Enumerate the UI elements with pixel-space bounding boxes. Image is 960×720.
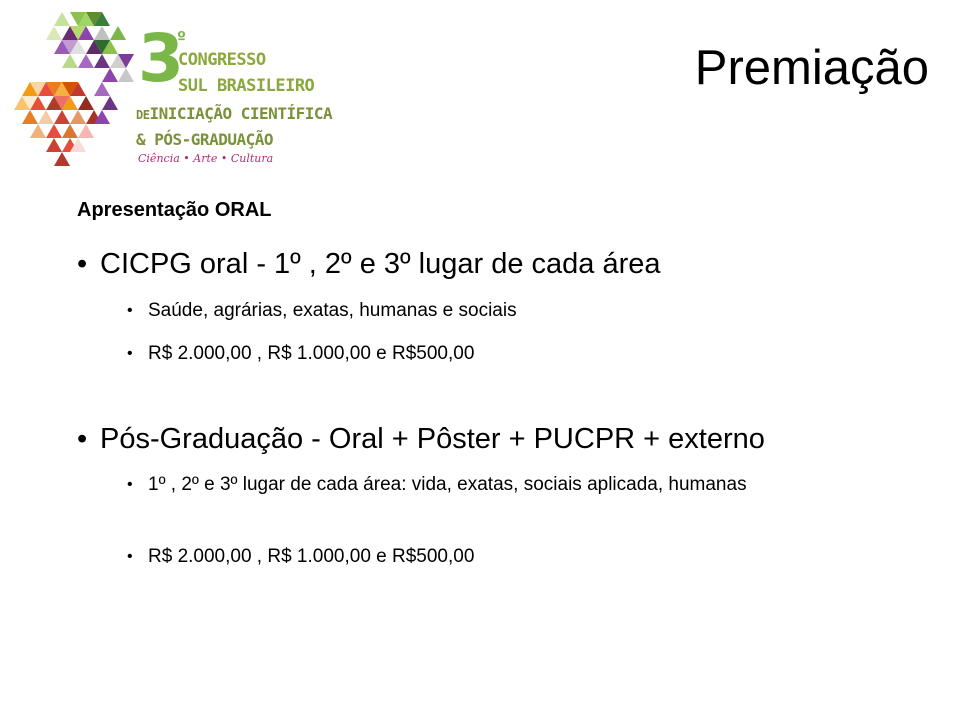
bullet-glyph: • (77, 423, 88, 455)
slide: 3 º CONGRESSO SUL BRASILEIRO DEINICIAÇÃO… (0, 0, 960, 720)
logo-line-de: DE (136, 108, 150, 122)
sub-bullet-text: 1º , 2º e 3º lugar de cada área: vida, e… (148, 474, 747, 495)
logo-line-congresso: CONGRESSO (178, 50, 266, 70)
page-title: Premiação (694, 41, 929, 95)
logo-ordinal: º (177, 28, 187, 47)
sub-bullet-text: Saúde, agrárias, exatas, humanas e socia… (148, 300, 517, 321)
section-heading: Apresentação ORAL (77, 199, 272, 221)
congress-logo: 3 º CONGRESSO SUL BRASILEIRO DEINICIAÇÃO… (8, 8, 338, 173)
bullet-text: CICPG oral - 1º , 2º e 3º lugar de cada … (100, 248, 661, 280)
sub-bullet-glyph: • (127, 548, 133, 565)
logo-line-pos-graduacao: & PÓS-GRADUAÇÃO (136, 130, 274, 149)
sub-bullet-glyph: • (127, 302, 133, 319)
triangle-mosaic-icon (14, 12, 134, 166)
logo-number: 3 (138, 20, 184, 97)
logo-tagline: Ciência • Arte • Cultura (138, 152, 274, 165)
sub-bullet-glyph: • (127, 476, 133, 493)
sub-bullet-text: R$ 2.000,00 , R$ 1.000,00 e R$500,00 (148, 546, 475, 567)
bullet-text: Pós-Graduação - Oral + Pôster + PUCPR + … (100, 423, 765, 455)
logo-line-iniciacao-text: INICIAÇÃO CIENTÍFICA (149, 104, 333, 123)
logo-line-iniciacao: DEINICIAÇÃO CIENTÍFICA (136, 104, 333, 123)
sub-bullet-text: R$ 2.000,00 , R$ 1.000,00 e R$500,00 (148, 343, 475, 364)
sub-bullet-glyph: • (127, 345, 133, 362)
bullet-glyph: • (77, 248, 88, 280)
logo-line-sul-brasileiro: SUL BRASILEIRO (178, 76, 315, 96)
